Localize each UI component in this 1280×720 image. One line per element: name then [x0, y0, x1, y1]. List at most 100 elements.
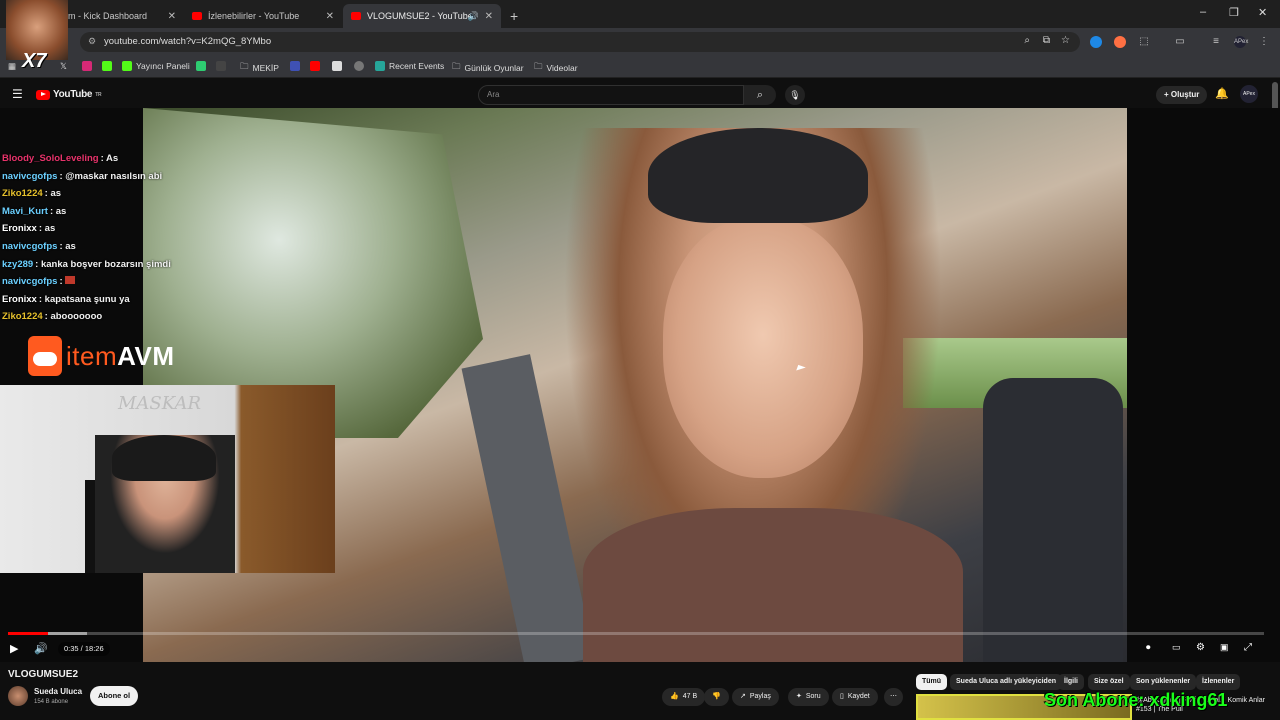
volume-icon[interactable]: 🔊 [34, 642, 48, 655]
search-icon: ⌕ [756, 89, 764, 101]
tab-kick-dashboard[interactable]: m - Kick Dashboard ✕ [60, 4, 184, 28]
settings-gear-icon[interactable]: ⚙ [1196, 642, 1205, 653]
chat-message: Ziko1224: abooooooo [2, 311, 103, 323]
close-tab-icon[interactable]: ✕ [485, 11, 493, 22]
bookmark-videolar[interactable]: 🗀 Videolar [534, 61, 578, 75]
close-tab-icon[interactable]: ✕ [326, 11, 334, 22]
bookmark-icon: ▯ [840, 693, 844, 700]
youtube-logo[interactable]: YouTube TR [36, 89, 102, 100]
bookmark-icon[interactable] [196, 61, 206, 71]
bookmark-star-icon[interactable]: ☆ [1061, 35, 1070, 46]
restore-button[interactable]: ❐ [1229, 6, 1239, 19]
chip-recent[interactable]: Son yüklenenler [1130, 674, 1197, 690]
channel-name[interactable]: Sueda Uluca [34, 687, 82, 696]
notifications-bell-icon[interactable]: 🔔 [1215, 87, 1229, 100]
chat-message: Bloody_SoloLeveling: As [2, 153, 119, 164]
avatar[interactable]: APex [1240, 85, 1258, 103]
stream-chat-overlay: Bloody_SoloLeveling: As navivcgofps: @ma… [2, 150, 202, 326]
folder-icon: 🗀 [452, 61, 461, 71]
subtitles-icon[interactable]: ▭ [1172, 642, 1181, 653]
youtube-favicon-icon [192, 12, 202, 20]
thumbs-up-icon: 👍 [670, 693, 679, 700]
bookmark-yayinci-paneli[interactable]: Yayıncı Paneli [122, 61, 190, 71]
menu-kebab-icon[interactable]: ⋮ [1258, 36, 1270, 48]
chat-message: Eronixx: kapatsana şunu ya [2, 293, 130, 305]
chip-related[interactable]: İlgili [1058, 674, 1084, 690]
tab-label: VLOGUMSUE2 - YouTube [367, 11, 473, 21]
sparkle-icon: ✦ [796, 693, 802, 700]
player-controls: ▶ 🔊 0:35 / 18:26 ⏺ ▭ ⚙ ▣ ⤢ [0, 624, 1280, 662]
tab-vlogumsue2[interactable]: VLOGUMSUE2 - YouTube 🔊 ✕ [343, 4, 501, 28]
hamburger-menu-icon[interactable]: ☰ [12, 87, 23, 101]
zoom-icon[interactable]: ⌕ [1024, 35, 1030, 46]
tab-label: m - Kick Dashboard [68, 11, 148, 21]
chat-message: Eronixx: as [2, 223, 56, 235]
subscribe-button[interactable]: Abone ol [90, 686, 139, 706]
chip-for-you[interactable]: Size özel [1088, 674, 1130, 690]
site-info-icon[interactable]: ⚙ [88, 36, 96, 47]
minimize-button[interactable]: – [1200, 6, 1206, 18]
chat-message: kzy289: kanka boşver bozarsın şimdi [2, 258, 171, 270]
tab-izlenebilirler[interactable]: İzlenebilirler - YouTube ✕ [184, 4, 342, 28]
more-actions-button[interactable]: ⋯ [884, 688, 903, 706]
extension-icon[interactable] [1114, 36, 1126, 48]
extensions-puzzle-icon[interactable]: ⬚ [1138, 36, 1150, 48]
streamer-webcam: MASKAR [0, 385, 335, 573]
bookmark-recent-events[interactable]: Recent Events [375, 61, 444, 71]
emote-icon [65, 276, 76, 285]
last-subscriber-overlay: Son Abone: xdking61 [1044, 690, 1228, 710]
share-button[interactable]: ↗ Paylaş [732, 688, 779, 706]
close-tab-icon[interactable]: ✕ [168, 11, 176, 22]
ask-button[interactable]: ✦ Soru [788, 688, 829, 706]
chat-message: navivcgofps: as [2, 240, 76, 252]
like-button[interactable]: 👍 47 B [662, 688, 706, 706]
bookmark-icon[interactable] [332, 61, 342, 71]
url-field[interactable]: ⚙ youtube.com/watch?v=K2mQG_8YMbo ⌕ ⧉ ☆ [80, 32, 1080, 52]
url-text: youtube.com/watch?v=K2mQG_8YMbo [104, 36, 272, 47]
x-bookmark-icon[interactable]: 𝕏 [60, 61, 67, 72]
bookmarks-bar: ▦ 𝕏 Yayıncı Paneli 🗀 MEKİP Recent Events … [0, 56, 1280, 78]
video-title: VLOGUMSUE2 [8, 669, 79, 680]
kick-bookmark-icon[interactable] [102, 61, 112, 71]
search-button[interactable]: ⌕ [744, 85, 776, 105]
progress-fill [8, 632, 49, 635]
progress-bar[interactable] [8, 632, 1264, 635]
microphone-icon: 🎙 [789, 90, 801, 100]
apps-icon[interactable]: ▦ [8, 61, 16, 72]
speaker-icon[interactable]: 🔊 [468, 11, 479, 22]
sponsor-logo: itemAVM [28, 336, 174, 376]
chip-from-uploader[interactable]: Sueda Uluca adlı yükleyiciden [950, 674, 1062, 690]
fullscreen-icon[interactable]: ⤢ [1244, 642, 1252, 653]
bookmark-icon[interactable] [216, 61, 226, 71]
side-panel-icon[interactable]: ▭ [1174, 36, 1186, 48]
chat-message: navivcgofps: @maskar nasılsın abi [2, 170, 163, 182]
save-button[interactable]: ▯ Kaydet [832, 688, 878, 706]
extension-icon[interactable] [1090, 36, 1102, 48]
miniplayer-icon[interactable]: ▣ [1220, 642, 1229, 653]
chip-all[interactable]: Tümü [916, 674, 948, 690]
autoplay-toggle[interactable]: ⏺ [1146, 642, 1151, 653]
bookmark-icon[interactable] [354, 61, 364, 71]
close-window-button[interactable]: ✕ [1258, 6, 1267, 19]
youtube-header: ☰ YouTube TR Ara ⌕ 🎙 + Oluştur 🔔 APex [0, 80, 1280, 108]
create-button[interactable]: + Oluştur [1156, 86, 1208, 104]
wall-text: MASKAR [118, 393, 202, 414]
thumbs-down-icon: 👎 [712, 693, 721, 700]
folder-icon: 🗀 [534, 61, 543, 71]
profile-avatar[interactable]: APex [1234, 36, 1248, 48]
play-button[interactable]: ▶ [10, 642, 18, 655]
dislike-button[interactable]: 👎 [704, 688, 729, 706]
instagram-bookmark-icon[interactable] [82, 61, 92, 71]
media-icon[interactable]: ≡ [1210, 36, 1222, 48]
chip-watched[interactable]: İzlenenler [1196, 674, 1241, 690]
tab-label: İzlenebilirler - YouTube [208, 11, 300, 21]
youtube-bookmark-icon[interactable] [310, 61, 320, 71]
bookmark-mekip[interactable]: 🗀 MEKİP [240, 61, 279, 75]
new-tab-button[interactable]: + [502, 4, 526, 28]
bookmark-icon[interactable] [290, 61, 300, 71]
bookmark-gunluk-oyunlar[interactable]: 🗀 Günlük Oyunlar [452, 61, 524, 75]
search-input[interactable]: Ara [478, 85, 744, 105]
channel-avatar[interactable] [8, 686, 28, 706]
cast-icon[interactable]: ⧉ [1043, 35, 1050, 46]
voice-search-button[interactable]: 🎙 [785, 85, 805, 105]
